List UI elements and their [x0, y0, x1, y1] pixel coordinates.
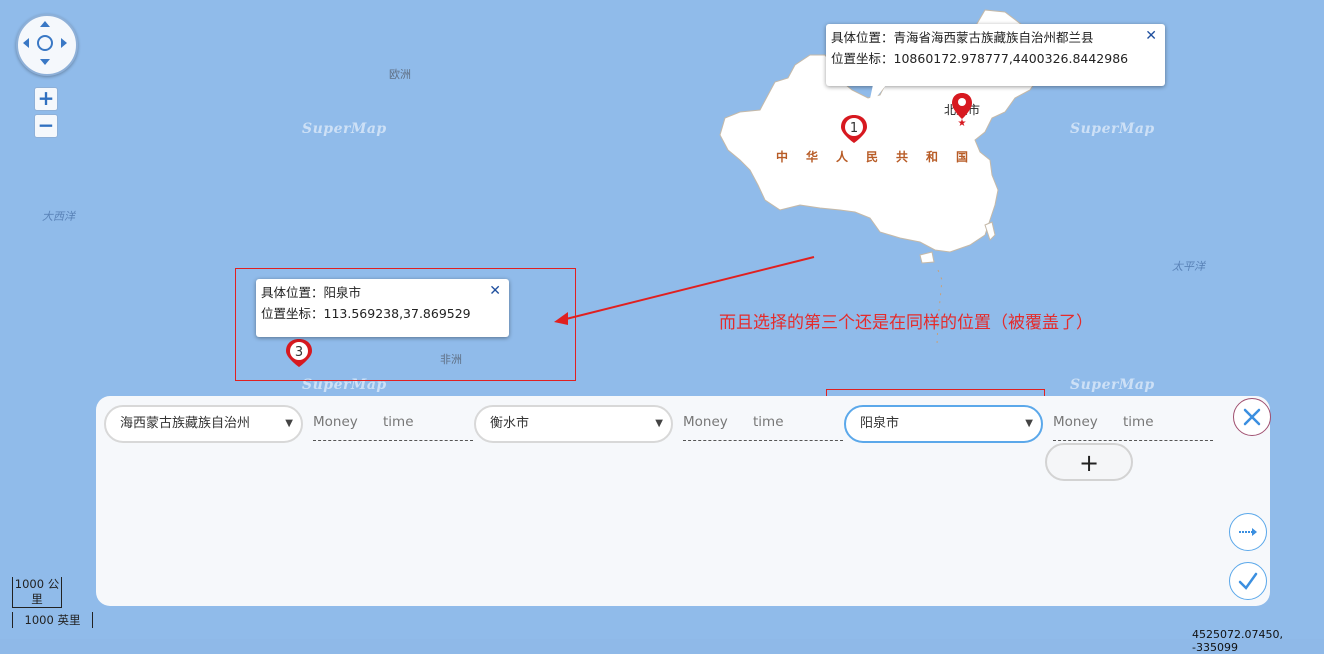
pan-right-icon [61, 38, 67, 48]
pan-down-icon [40, 59, 50, 65]
pan-up-icon [40, 21, 50, 27]
europe-label: 欧洲 [389, 68, 411, 81]
pan-control[interactable] [16, 14, 78, 76]
zoom-out-button[interactable]: − [34, 114, 58, 138]
cursor-coordinates: 4525072.07450, -335099 [1192, 628, 1283, 654]
atlantic-label: 大西洋 [42, 210, 75, 223]
check-icon [1238, 572, 1258, 590]
money-placeholder: Money [313, 414, 358, 430]
select-value: 海西蒙古族藏族自治州 [120, 416, 251, 431]
location-select-2[interactable]: 衡水市 ▼ [474, 405, 673, 443]
pacific-label: 太平洋 [1172, 260, 1205, 273]
location-select-1[interactable]: 海西蒙古族藏族自治州 ▼ [104, 405, 303, 443]
money-placeholder: Money [1053, 414, 1098, 430]
popup-pointer [868, 80, 890, 108]
scale-km: 1000 公里 [12, 577, 62, 608]
svg-text:★: ★ [958, 118, 967, 127]
close-panel-button[interactable] [1233, 398, 1271, 436]
location-select-3[interactable]: 阳泉市 ▼ [844, 405, 1043, 443]
time-placeholder: time [383, 414, 414, 430]
marker-1-label: 1 [850, 121, 858, 136]
select-value: 衡水市 [490, 416, 530, 431]
money-time-field-3[interactable]: Money time [1053, 412, 1213, 441]
arrow-right-icon [1239, 528, 1257, 536]
supermap-watermark: SuperMap [1070, 121, 1155, 137]
coord-value: 10860172.978777,4400326.8442986 [893, 51, 1129, 66]
close-icon [1243, 408, 1261, 426]
info-popup-top: 具体位置：青海省海西蒙古族藏族自治州都兰县 位置坐标：10860172.9787… [826, 24, 1165, 86]
annotation-text: 而且选择的第三个还是在同样的位置（被覆盖了） [719, 313, 1093, 333]
pan-left-icon [23, 38, 29, 48]
add-location-button[interactable]: + [1045, 443, 1133, 481]
dropdown-arrow-icon: ▼ [1025, 418, 1033, 429]
dropdown-arrow-icon: ▼ [285, 418, 293, 429]
marker-1[interactable]: 1 [839, 113, 869, 145]
supermap-watermark: SuperMap [1070, 377, 1155, 393]
location-label: 具体位置： [831, 30, 894, 45]
next-button[interactable] [1229, 513, 1267, 551]
location-value: 青海省海西蒙古族藏族自治州都兰县 [893, 30, 1094, 45]
coord-label: 位置坐标： [831, 51, 894, 66]
zoom-in-button[interactable]: + [34, 87, 58, 111]
dropdown-arrow-icon: ▼ [655, 418, 663, 429]
money-time-field-1[interactable]: Money time [313, 412, 473, 441]
beijing-pin-icon[interactable]: ★ [950, 91, 974, 127]
confirm-button[interactable] [1229, 562, 1267, 600]
annotation-box [235, 268, 576, 381]
close-icon[interactable]: ✕ [1145, 26, 1157, 47]
supermap-watermark: SuperMap [302, 121, 387, 137]
time-placeholder: time [1123, 414, 1154, 430]
select-value: 阳泉市 [860, 416, 900, 431]
money-placeholder: Money [683, 414, 728, 430]
money-time-field-2[interactable]: Money time [683, 412, 843, 441]
china-label: 中华人民共和国 [776, 150, 987, 164]
time-placeholder: time [753, 414, 784, 430]
scale-mi: 1000 英里 [12, 612, 93, 628]
